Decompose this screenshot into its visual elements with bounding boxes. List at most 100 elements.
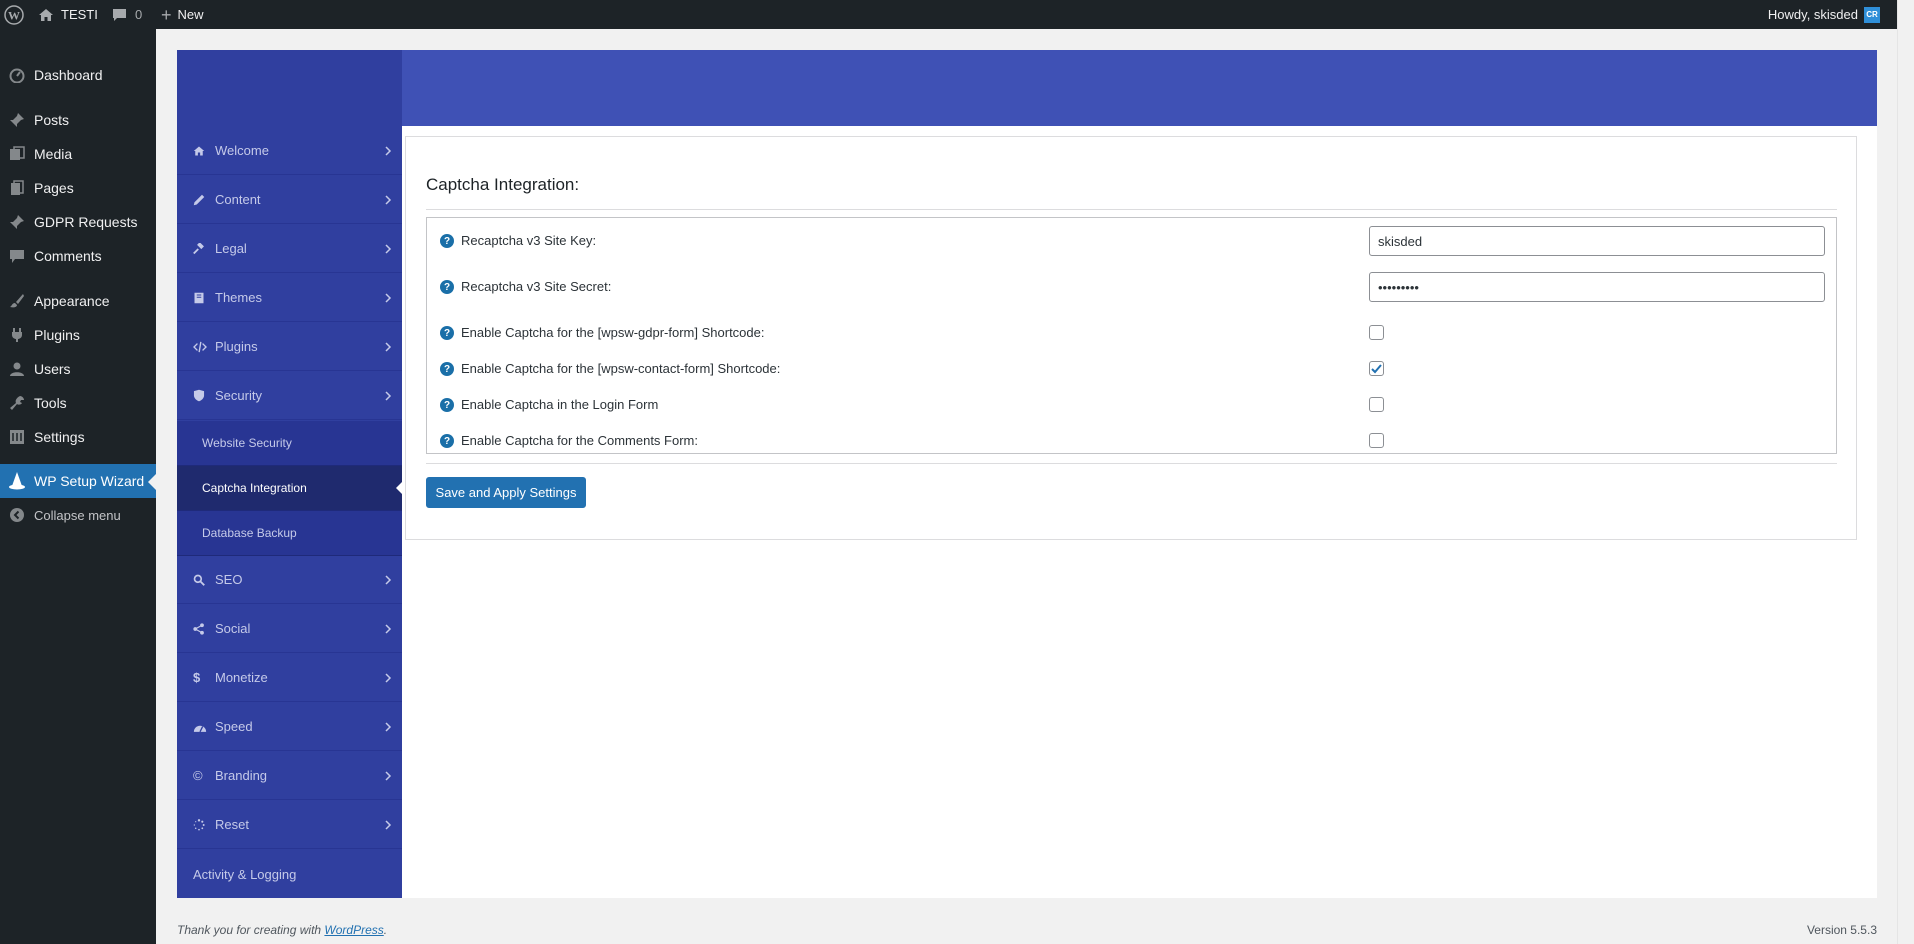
pin-icon: [0, 214, 34, 230]
setup-wizard-panel: Welcome Content Legal Themes Plugins Sec…: [177, 50, 1877, 898]
home-icon: [38, 7, 54, 23]
collapse-menu-button[interactable]: Collapse menu: [0, 498, 156, 532]
wizard-subnav-website-security[interactable]: Website Security: [177, 421, 402, 466]
brush-icon: [0, 293, 34, 309]
divider: [426, 463, 1837, 464]
dollar-icon: $: [193, 670, 201, 685]
menu-item-media[interactable]: Media: [0, 137, 156, 171]
wizard-sidebar: Welcome Content Legal Themes Plugins Sec…: [177, 50, 402, 898]
site-name-link[interactable]: TESTI: [38, 0, 98, 29]
chevron-right-icon: [384, 144, 392, 159]
menu-item-appearance[interactable]: Appearance: [0, 284, 156, 318]
pencil-icon: [193, 194, 215, 206]
new-label: New: [177, 7, 204, 22]
setting-row-site-key: ? Recaptcha v3 Site Key:: [427, 226, 1836, 256]
wizard-nav-activity-logging[interactable]: Activity & Logging: [177, 850, 402, 898]
captcha-settings-card: Captcha Integration: ? Recaptcha v3 Site…: [405, 136, 1857, 540]
setting-label: Enable Captcha for the Comments Form:: [461, 433, 698, 448]
setting-label: Recaptcha v3 Site Key:: [461, 233, 597, 248]
svg-text:W: W: [8, 8, 20, 22]
wizard-nav-speed[interactable]: Speed: [177, 703, 402, 751]
settings-icon: [0, 429, 34, 445]
footer-version: Version 5.5.3: [1806, 923, 1877, 937]
user-icon: [0, 361, 34, 377]
wordpress-logo-icon[interactable]: W: [4, 0, 28, 29]
comment-icon: [112, 8, 127, 22]
wizard-nav-plugins[interactable]: Plugins: [177, 323, 402, 371]
wizard-subnav-database-backup[interactable]: Database Backup: [177, 511, 402, 556]
account-menu[interactable]: Howdy, skisded CR: [1768, 0, 1880, 29]
menu-item-pages[interactable]: Pages: [0, 171, 156, 205]
chevron-right-icon: [384, 573, 392, 588]
menu-item-settings[interactable]: Settings: [0, 420, 156, 454]
gavel-icon: [193, 242, 215, 255]
pin-icon: [0, 112, 34, 128]
wizard-nav-monetize[interactable]: $ Monetize: [177, 654, 402, 702]
section-title: Captcha Integration:: [426, 175, 580, 194]
login-form-captcha-checkbox[interactable]: [1369, 397, 1384, 412]
chevron-right-icon: [384, 242, 392, 257]
help-icon[interactable]: ?: [440, 326, 454, 340]
wrench-icon: [0, 395, 34, 411]
help-icon[interactable]: ?: [440, 362, 454, 376]
comments-form-captcha-checkbox[interactable]: [1369, 433, 1384, 448]
chevron-right-icon: [384, 340, 392, 355]
page-scrollbar[interactable]: [1897, 0, 1914, 944]
pages-icon: [0, 180, 34, 196]
setting-label: Enable Captcha for the [wpsw-contact-for…: [461, 361, 781, 376]
avatar: CR: [1864, 6, 1880, 23]
gauge-icon: [193, 721, 215, 733]
home-icon: [193, 145, 215, 157]
admin-menu: Dashboard Posts Media Pages GDPR Request…: [0, 29, 156, 944]
wizard-nav-welcome[interactable]: Welcome: [177, 127, 402, 175]
comments-link[interactable]: 0: [112, 0, 142, 29]
wizard-nav-social[interactable]: Social: [177, 605, 402, 653]
gdpr-form-captcha-checkbox[interactable]: [1369, 325, 1384, 340]
wizard-nav-reset[interactable]: Reset: [177, 801, 402, 849]
menu-item-posts[interactable]: Posts: [0, 103, 156, 137]
site-secret-input[interactable]: [1369, 272, 1825, 302]
wizard-hat-icon: [0, 471, 34, 491]
menu-item-tools[interactable]: Tools: [0, 386, 156, 420]
new-content-link[interactable]: + New: [161, 0, 204, 29]
chevron-right-icon: [384, 389, 392, 404]
spinner-icon: [193, 818, 215, 831]
chevron-right-icon: [384, 622, 392, 637]
wordpress-link[interactable]: WordPress: [324, 923, 383, 937]
wizard-nav-security[interactable]: Security: [177, 372, 402, 420]
comment-icon: [0, 249, 34, 264]
help-icon[interactable]: ?: [440, 234, 454, 248]
save-apply-settings-button[interactable]: Save and Apply Settings: [426, 477, 586, 508]
site-name: TESTI: [61, 7, 98, 22]
menu-item-plugins[interactable]: Plugins: [0, 318, 156, 352]
wizard-nav-branding[interactable]: © Branding: [177, 752, 402, 800]
plus-icon: +: [161, 4, 172, 25]
chevron-right-icon: [384, 671, 392, 686]
contact-form-captcha-checkbox[interactable]: [1369, 361, 1384, 376]
wizard-nav-seo[interactable]: SEO: [177, 556, 402, 604]
setting-row-contact-form-captcha: ? Enable Captcha for the [wpsw-contact-f…: [427, 354, 1836, 384]
wizard-nav-content[interactable]: Content: [177, 176, 402, 224]
menu-item-wp-setup-wizard[interactable]: WP Setup Wizard: [0, 464, 156, 498]
wizard-nav-legal[interactable]: Legal: [177, 225, 402, 273]
setting-row-site-secret: ? Recaptcha v3 Site Secret:: [427, 272, 1836, 302]
setting-row-gdpr-form-captcha: ? Enable Captcha for the [wpsw-gdpr-form…: [427, 318, 1836, 348]
help-icon[interactable]: ?: [440, 398, 454, 412]
menu-item-users[interactable]: Users: [0, 352, 156, 386]
chevron-right-icon: [384, 291, 392, 306]
help-icon[interactable]: ?: [440, 434, 454, 448]
copyright-icon: ©: [193, 768, 203, 783]
setting-row-comments-form-captcha: ? Enable Captcha for the Comments Form:: [427, 426, 1836, 456]
help-icon[interactable]: ?: [440, 280, 454, 294]
divider: [426, 209, 1837, 210]
shield-icon: [193, 389, 215, 402]
menu-item-comments[interactable]: Comments: [0, 239, 156, 273]
menu-item-gdpr-requests[interactable]: GDPR Requests: [0, 205, 156, 239]
menu-item-dashboard[interactable]: Dashboard: [0, 58, 156, 92]
dashboard-icon: [0, 67, 34, 83]
collapse-arrow-icon: [0, 507, 34, 523]
site-key-input[interactable]: [1369, 226, 1825, 256]
chevron-right-icon: [384, 193, 392, 208]
wizard-subnav-captcha-integration[interactable]: Captcha Integration: [177, 466, 402, 511]
wizard-nav-themes[interactable]: Themes: [177, 274, 402, 322]
